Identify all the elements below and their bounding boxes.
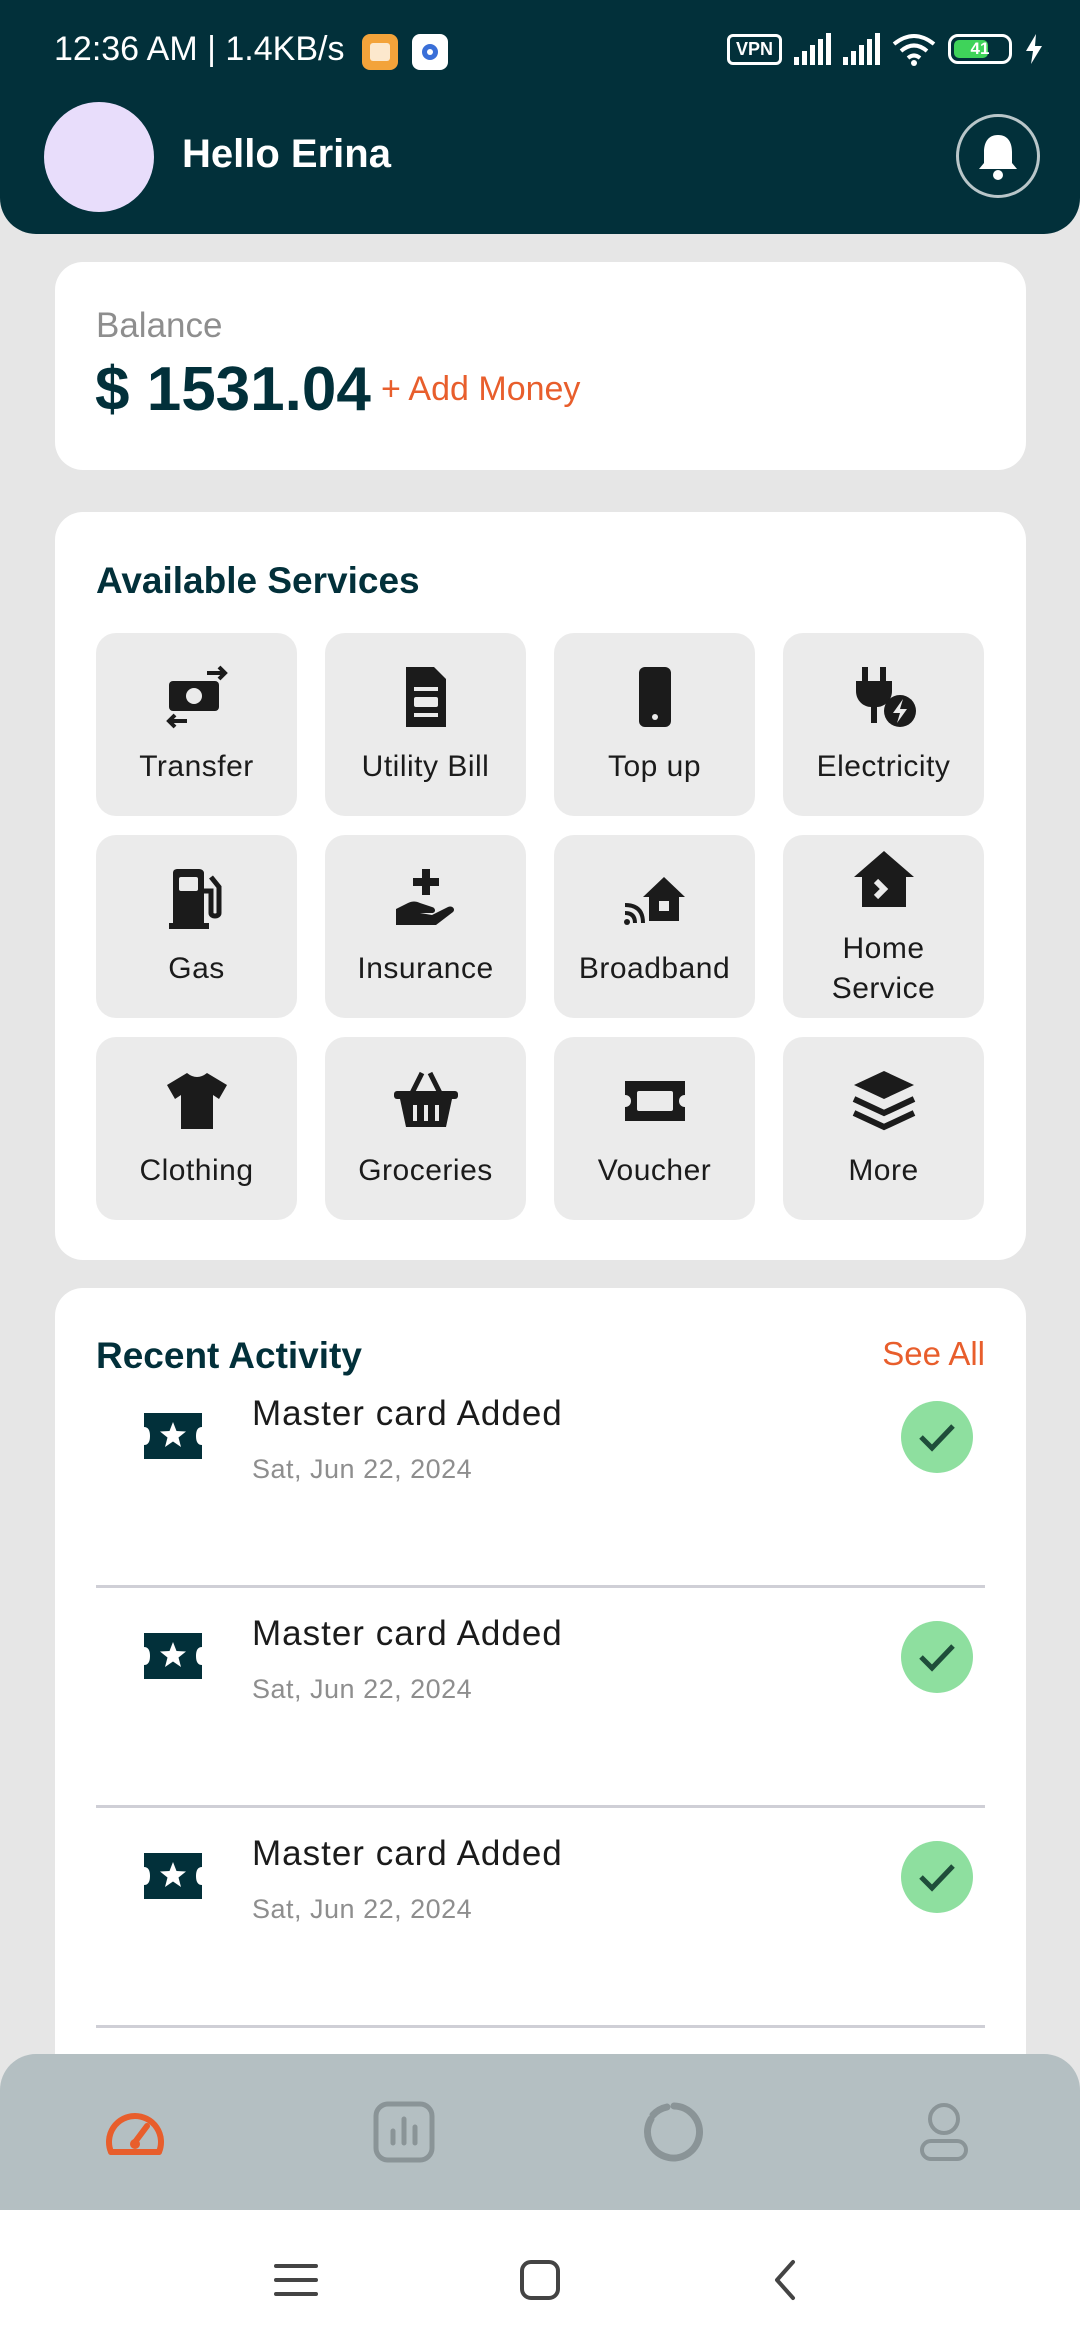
- ticket-icon: [624, 1080, 685, 1121]
- battery-icon: 41: [948, 34, 1012, 64]
- recent-apps-button[interactable]: [266, 2250, 326, 2310]
- battery-level: 41: [970, 39, 990, 58]
- basket-icon: [393, 1071, 458, 1127]
- gas-pump-icon: [168, 868, 221, 929]
- service-label: Voucher: [597, 1153, 712, 1187]
- system-navigation-bar: [0, 2210, 1080, 2340]
- service-label: Utility Bill: [361, 749, 490, 783]
- activity-title: Master card Added: [252, 1614, 563, 1653]
- activity-item[interactable]: Master card Added Sat, Jun 22, 2024: [96, 1368, 985, 1588]
- layers-icon: [852, 1070, 915, 1130]
- service-label: Insurance: [357, 951, 494, 985]
- success-badge: [901, 1401, 973, 1473]
- service-label: More: [848, 1153, 919, 1187]
- bill-icon: [405, 666, 446, 727]
- service-broadband[interactable]: Broadband: [554, 835, 755, 1018]
- service-label: Broadband: [578, 951, 731, 985]
- nav-dashboard[interactable]: [97, 2094, 173, 2170]
- plug-bolt-icon: [855, 666, 916, 727]
- service-label: Electricity: [816, 749, 951, 783]
- success-badge: [901, 1841, 973, 1913]
- square-icon: [520, 2260, 560, 2300]
- service-groceries[interactable]: Groceries: [325, 1037, 526, 1220]
- ticket-star-icon: [144, 1853, 202, 1899]
- check-icon: [919, 1864, 955, 1892]
- service-electricity[interactable]: Electricity: [783, 633, 984, 816]
- service-transfer[interactable]: Transfer: [96, 633, 297, 816]
- nav-progress[interactable]: [636, 2094, 712, 2170]
- menu-icon: [274, 2264, 318, 2296]
- add-money-link[interactable]: + Add Money: [381, 370, 580, 409]
- analytics-icon: [373, 2101, 435, 2163]
- activity-item[interactable]: Master card Added Sat, Jun 22, 2024: [96, 1588, 985, 1808]
- activity-title: Master card Added: [252, 1394, 563, 1433]
- vpn-badge: VPN: [726, 33, 782, 65]
- check-icon: [919, 1644, 955, 1672]
- back-chevron-icon: [775, 2260, 795, 2300]
- bell-icon: [979, 135, 1017, 180]
- nav-analytics[interactable]: [366, 2094, 442, 2170]
- bottom-navigation: [0, 2054, 1080, 2210]
- service-voucher[interactable]: Voucher: [554, 1037, 755, 1220]
- activity-title: Master card Added: [252, 1834, 563, 1873]
- service-gas[interactable]: Gas: [96, 835, 297, 1018]
- service-home-service[interactable]: Home Service: [783, 835, 984, 1018]
- status-bar: 12:36 AM | 1.4KB/s VPN 41: [0, 0, 1080, 100]
- profile-icon: [920, 2103, 968, 2161]
- shirt-icon: [166, 1072, 227, 1129]
- service-insurance[interactable]: Insurance: [325, 835, 526, 1018]
- signal-icon: [794, 33, 831, 65]
- recent-activity-card: Recent Activity See All Master card Adde…: [55, 1288, 1026, 2148]
- progress-icon: [644, 2102, 703, 2162]
- activity-date: Sat, Jun 22, 2024: [252, 1454, 473, 1484]
- nav-profile[interactable]: [906, 2094, 982, 2170]
- status-system-icons: VPN 41: [726, 32, 1044, 66]
- service-label: Clothing: [139, 1153, 254, 1187]
- service-more[interactable]: More: [783, 1037, 984, 1220]
- notifications-button[interactable]: [956, 114, 1040, 198]
- service-label: Home Service: [831, 931, 936, 1005]
- services-card: Available Services Transfer Utility Bill: [55, 512, 1026, 1260]
- service-top-up[interactable]: Top up: [554, 633, 755, 816]
- settings-notification-icon: [412, 34, 448, 70]
- greeting-text: Hello Erina: [182, 132, 391, 176]
- service-label: Groceries: [358, 1153, 493, 1187]
- check-icon: [919, 1424, 955, 1452]
- home-icon: [853, 850, 914, 907]
- signal-icon-2: [843, 33, 880, 65]
- ticket-star-icon: [144, 1633, 202, 1679]
- balance-label: Balance: [96, 306, 223, 345]
- activity-date: Sat, Jun 22, 2024: [252, 1674, 473, 1704]
- app-header: 12:36 AM | 1.4KB/s VPN 41 Hello Erina: [0, 0, 1080, 234]
- service-label: Transfer: [139, 749, 254, 783]
- balance-card: Balance $ 1531.04 + Add Money: [55, 262, 1026, 470]
- charging-icon: [1026, 34, 1042, 64]
- service-utility-bill[interactable]: Utility Bill: [325, 633, 526, 816]
- house-signal-icon: [623, 876, 685, 925]
- activity-item[interactable]: Master card Added Sat, Jun 22, 2024: [96, 1808, 985, 2028]
- ticket-star-icon: [144, 1413, 202, 1459]
- service-label: Gas: [168, 951, 225, 985]
- balance-amount: $ 1531.04: [95, 355, 371, 424]
- dashboard-icon: [106, 2113, 164, 2155]
- gallery-notification-icon: [362, 34, 398, 70]
- money-transfer-icon: [165, 665, 228, 728]
- services-title: Available Services: [96, 560, 420, 601]
- service-label: Top up: [607, 749, 702, 783]
- status-time: 12:36 AM | 1.4KB/s: [54, 30, 345, 68]
- wifi-icon: [892, 34, 936, 66]
- user-avatar[interactable]: [44, 102, 154, 212]
- services-grid: Transfer Utility Bill Top up Electricity…: [96, 633, 984, 1220]
- status-notification-icons: [362, 34, 448, 70]
- hand-plus-icon: [395, 868, 454, 925]
- activity-date: Sat, Jun 22, 2024: [252, 1894, 473, 1924]
- success-badge: [901, 1621, 973, 1693]
- home-button[interactable]: [510, 2250, 570, 2310]
- service-clothing[interactable]: Clothing: [96, 1037, 297, 1220]
- phone-icon: [638, 666, 671, 727]
- back-button[interactable]: [754, 2250, 814, 2310]
